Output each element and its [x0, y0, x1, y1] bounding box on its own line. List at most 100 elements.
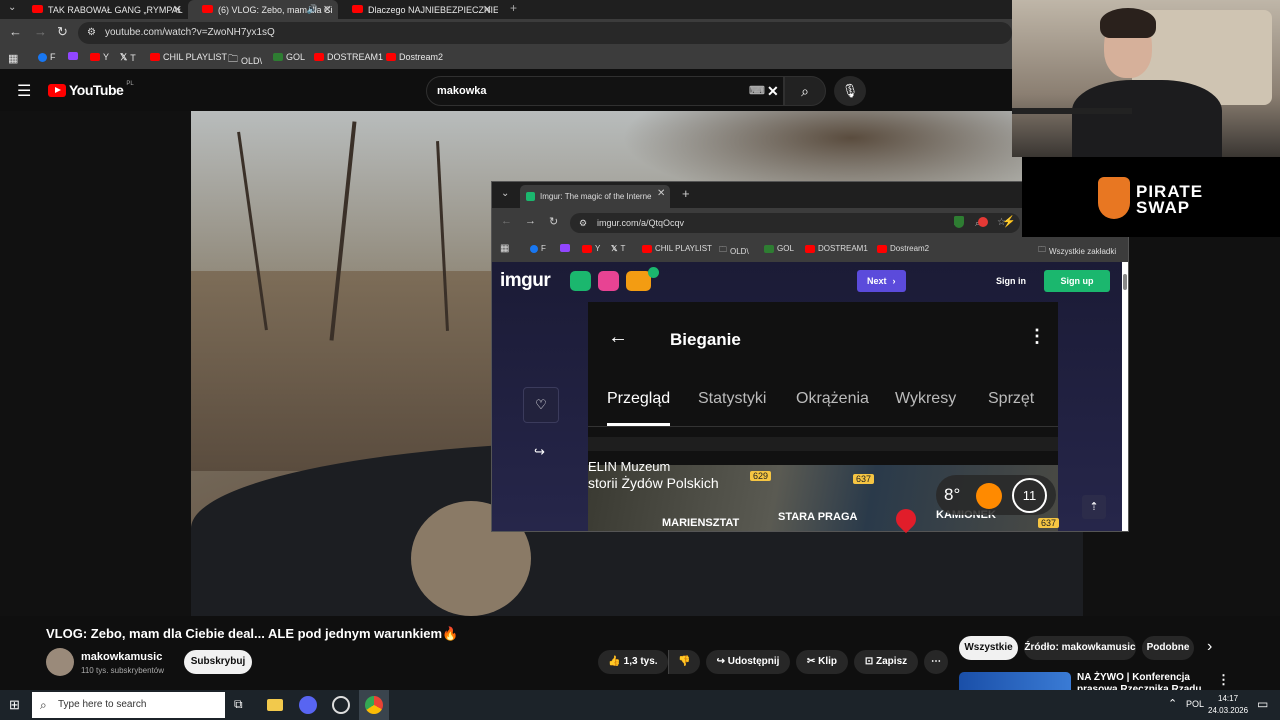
share-arrow-icon[interactable]: ↪ [534, 444, 545, 460]
next-button[interactable]: Next › [857, 270, 906, 292]
back-icon[interactable]: ← [9, 24, 22, 39]
close-tab-icon[interactable]: ✕ [483, 3, 492, 16]
bookmark-twitch[interactable] [560, 244, 570, 252]
browser-tab-1[interactable]: TAK RABOWAŁ GANG „RYMPAŁ ✕ [18, 0, 188, 19]
apps-grid-icon[interactable]: ▦ [500, 243, 509, 254]
bookmark-dostream1[interactable]: DOSTREAM1 [314, 52, 383, 62]
save-button[interactable]: ⊡ Zapisz [854, 650, 918, 674]
bookmark-f[interactable]: F [38, 52, 56, 62]
task-view-icon[interactable]: ⧉ [234, 697, 243, 712]
bookmark-dostream2[interactable]: Dostream2 [877, 244, 929, 253]
upload-icon[interactable] [570, 271, 591, 291]
close-tab-icon[interactable]: ✕ [173, 3, 182, 16]
back-icon[interactable]: ← [501, 215, 512, 227]
close-tab-icon[interactable]: ✕ [657, 188, 665, 199]
road-number: 629 [750, 471, 772, 481]
browser-toolbar: ← → ↻ ⚙ youtube.com/watch?v=ZwoNH7yx1sQ [0, 19, 1012, 47]
youtube-logo[interactable]: YouTube PL [48, 81, 134, 98]
map-label: storii Żydów Polskich [588, 475, 719, 491]
chrome-taskbar-item[interactable] [359, 690, 389, 720]
bookmark-t[interactable]: 𝕏T [611, 244, 625, 253]
more-vertical-icon[interactable]: ⋮ [1217, 672, 1230, 688]
browser-tab-strip: ⌄ TAK RABOWAŁ GANG „RYMPAŁ ✕ (6) VLOG: Z… [0, 0, 1012, 19]
youtube-icon [805, 244, 815, 253]
imgur-logo[interactable]: imgur [500, 270, 551, 292]
bookmark-folder-old[interactable]: 🗀 OLD\ [228, 52, 262, 69]
bookmark-folder-old[interactable]: 🗀 OLD\ [719, 244, 749, 258]
scrollbar-thumb[interactable] [1123, 274, 1127, 290]
obs-icon[interactable] [332, 696, 350, 714]
clear-search-icon[interactable]: ✕ [767, 77, 779, 105]
taskbar-search-input[interactable]: ⌕ Type here to search [32, 692, 225, 718]
extension-icon[interactable] [978, 217, 988, 227]
bookmark-chil-playlist[interactable]: CHIL PLAYLIST [150, 52, 227, 62]
more-actions-button[interactable]: ⋯ [924, 650, 948, 674]
bookmark-y[interactable]: Y [90, 52, 109, 62]
site-info-icon[interactable]: ⚙ [87, 22, 96, 44]
adblock-extension-icon[interactable] [954, 216, 964, 228]
tab-search-chevron-icon[interactable]: ⌄ [501, 188, 509, 199]
site-info-icon[interactable]: ⚙ [579, 213, 587, 233]
tab-search-chevron-icon[interactable]: ⌄ [8, 2, 16, 13]
reload-icon[interactable]: ↻ [57, 24, 68, 40]
language-indicator[interactable]: POL [1186, 699, 1204, 709]
close-tab-icon[interactable]: ✕ [323, 3, 332, 16]
imgur-bookmarks-bar: ▦ F Y 𝕏T CHIL PLAYLIST 🗀 OLD\ GOL DOSTREA… [492, 238, 1128, 262]
keyboard-icon[interactable]: ⌨ [749, 77, 765, 105]
forward-icon[interactable]: → [34, 24, 47, 39]
bookmark-gol[interactable]: GOL [764, 244, 794, 253]
chip-all[interactable]: Wszystkie [959, 636, 1018, 660]
bookmark-twitch[interactable] [68, 52, 78, 60]
share-button[interactable]: ↪ Udostępnij [706, 650, 790, 674]
clip-button[interactable]: ✂ Klip [796, 650, 848, 674]
chevron-right-icon[interactable]: › [1207, 638, 1212, 656]
search-input[interactable]: makowka ⌨ ✕ [426, 76, 784, 106]
scrollbar[interactable] [1122, 262, 1128, 531]
reload-icon[interactable]: ↻ [549, 215, 558, 228]
chevron-up-icon[interactable]: ⌃ [1168, 697, 1177, 710]
bookmark-f[interactable]: F [530, 244, 546, 253]
apps-grid-icon[interactable]: ▦ [8, 52, 18, 65]
bookmark-gol[interactable]: GOL [273, 52, 305, 62]
bookmark-dostream1[interactable]: DOSTREAM1 [805, 244, 868, 253]
bookmark-dostream2[interactable]: Dostream2 [386, 52, 443, 62]
new-tab-icon[interactable]: + [682, 186, 690, 201]
new-tab-icon[interactable]: + [510, 1, 517, 15]
subscribe-button[interactable]: Subskrybuj [184, 650, 252, 674]
discord-icon[interactable] [299, 696, 317, 714]
recommended-title[interactable]: NA ŻYWO | Konferencja [1077, 672, 1190, 683]
browser-tab-3[interactable]: Dlaczego NAJNIEBEZPIECZNIE ✕ [338, 0, 498, 19]
clock-time[interactable]: 14:17 [1218, 694, 1238, 703]
sign-up-button[interactable]: Sign up [1044, 270, 1110, 292]
scroll-to-top-button[interactable]: ⇡ [1082, 495, 1106, 519]
scissors-icon: ✂ [806, 656, 816, 667]
search-button[interactable]: ⌕ [784, 76, 826, 106]
sign-in-link[interactable]: Sign in [996, 276, 1026, 286]
meme-icon[interactable] [598, 271, 619, 291]
dislike-button[interactable]: 👎 [668, 650, 700, 674]
bookmark-y[interactable]: Y [582, 244, 600, 253]
menu-icon[interactable]: ☰ [17, 81, 31, 101]
chip-similar[interactable]: Podobne [1142, 636, 1194, 660]
channel-avatar[interactable] [46, 648, 74, 676]
address-bar[interactable]: ⚙ youtube.com/watch?v=ZwoNH7yx1sQ [78, 22, 1012, 44]
favorite-button[interactable]: ♡ [523, 387, 559, 423]
forward-icon[interactable]: → [525, 215, 536, 227]
extension-icon[interactable]: ⚡ [1002, 215, 1016, 228]
channel-name[interactable]: makowkamusic [81, 651, 162, 663]
notifications-icon[interactable]: ▭ [1257, 697, 1268, 711]
bookmark-label: GOL [777, 244, 794, 253]
file-explorer-icon[interactable] [267, 699, 283, 711]
clock-date[interactable]: 24.03.2026 [1208, 706, 1248, 715]
browser-tab-2[interactable]: (6) VLOG: Zebo, mam dla Ci 🔊 ✕ [188, 0, 338, 19]
all-bookmarks[interactable]: 🗀 Wszystkie zakładki [1038, 244, 1116, 258]
voice-search-button[interactable]: 🎙 [834, 76, 866, 106]
chip-source[interactable]: Źródło: makowkamusic [1024, 636, 1136, 660]
recommended-thumbnail[interactable] [959, 672, 1071, 692]
windows-start-icon[interactable]: ⊞ [9, 697, 20, 713]
imgur-address-bar[interactable]: ⚙ imgur.com/a/QtqOcqv ⧉ ⌕ ☆ [570, 213, 1020, 233]
like-button[interactable]: 👍 1,3 tys. [598, 650, 668, 674]
bookmark-t[interactable]: 𝕏T [120, 52, 136, 63]
imgur-tab[interactable]: Imgur: The magic of the Interne [520, 185, 670, 208]
bookmark-chil-playlist[interactable]: CHIL PLAYLIST [642, 244, 712, 253]
